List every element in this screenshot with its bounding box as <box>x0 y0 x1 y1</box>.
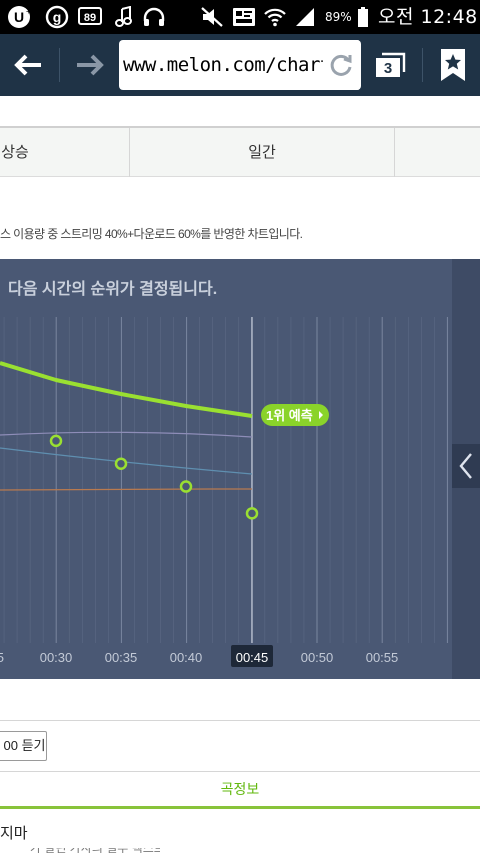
bookmark-button[interactable] <box>430 34 476 96</box>
x-tick-label: 00:40 <box>170 650 203 665</box>
wifi-icon <box>262 5 288 29</box>
prediction-tooltip[interactable]: 1위 예측 <box>261 404 329 426</box>
svg-text:U: U <box>14 9 24 25</box>
signal-icon <box>293 5 317 29</box>
g-icon: g <box>44 5 70 29</box>
chart-point[interactable] <box>114 457 128 470</box>
screenshot-icon <box>231 5 257 29</box>
url-bar[interactable]: www.melon.com/chart/ <box>119 40 361 90</box>
prediction-label: 1위 예측 <box>266 408 313 423</box>
bookmark-star-icon <box>441 49 465 81</box>
tab-daily[interactable]: 일간 <box>130 128 394 177</box>
x-tick-label: 00:30 <box>40 650 73 665</box>
x-tick-label: 00:55 <box>366 650 399 665</box>
chart-gridlines <box>3 317 448 643</box>
back-button[interactable] <box>0 34 56 96</box>
series-orange-line <box>0 488 253 491</box>
chart-notice: 스 이용량 중 스트리밍 40%+다운로드 60%를 반영한 차트입니다. <box>0 227 303 241</box>
forward-arrow-icon <box>77 54 104 76</box>
svg-text:+: + <box>26 7 31 16</box>
back-arrow-icon <box>14 54 41 76</box>
series-main-line <box>0 361 253 418</box>
side-panel-toggle[interactable] <box>452 444 480 488</box>
reload-icon[interactable] <box>323 40 359 90</box>
status-bar: U + g 89 89% 오전 12:48 <box>0 0 480 34</box>
active-tab-indicator <box>0 806 480 809</box>
x-tick-label: 00:35 <box>105 650 138 665</box>
listen-button[interactable]: 00 듣기 <box>0 731 47 761</box>
url-text: www.melon.com/chart/ <box>123 54 342 76</box>
tab-song-info[interactable]: 곡정보 <box>0 772 480 806</box>
chart-point[interactable] <box>245 507 259 520</box>
tabs-button[interactable]: 3 <box>368 34 412 96</box>
forward-button[interactable] <box>62 34 118 96</box>
divider <box>0 720 480 721</box>
x-tick-label: 00:45 <box>236 650 269 665</box>
chart-tab-bar: 상승 일간 <box>0 126 480 177</box>
browser-toolbar: www.melon.com/chart/ 3 <box>0 34 480 96</box>
tabs-count-icon: 3 <box>376 52 406 77</box>
chevron-left-icon <box>459 453 472 479</box>
cut-off-text: 가 잘린 가사의 일부 텍스트 행 <box>30 848 160 853</box>
mute-icon <box>199 5 225 29</box>
u-plus-icon: U + <box>6 5 32 29</box>
chart-svg: 1위 예측 5 00:30 00:35 00:40 00:45 00:50 00:55 <box>0 317 448 667</box>
chart-point[interactable] <box>179 480 193 493</box>
battery-icon <box>355 5 371 29</box>
tab-rising[interactable]: 상승 <box>0 128 50 177</box>
x-tick-label: 00:50 <box>301 650 334 665</box>
series-purple-line <box>0 431 253 438</box>
svg-text:g: g <box>53 9 62 25</box>
battery-percent: 89% <box>325 10 352 24</box>
music-note-icon <box>113 5 135 29</box>
song-info-text: 지마 <box>0 825 28 842</box>
x-axis-labels: 5 00:30 00:35 00:40 00:45 00:50 00:55 <box>0 645 398 667</box>
clock: 오전 12:48 <box>378 6 478 28</box>
tab-count: 3 <box>384 60 392 77</box>
notification-89-icon: 89 <box>77 5 103 29</box>
notif-badge: 89 <box>84 12 96 24</box>
chart-point[interactable] <box>49 434 63 448</box>
screen: U + g 89 89% 오전 12:48 www.melon.com/char… <box>0 0 480 853</box>
chart-headline: 다음 시간의 순위가 결정됩니다. <box>8 281 218 298</box>
tab-next[interactable] <box>395 128 480 177</box>
headphones-icon <box>141 5 167 29</box>
x-tick-label: 5 <box>0 650 4 665</box>
realtime-chart: 1위 예측 5 00:30 00:35 00:40 00:45 00:50 00:55 <box>0 259 452 679</box>
